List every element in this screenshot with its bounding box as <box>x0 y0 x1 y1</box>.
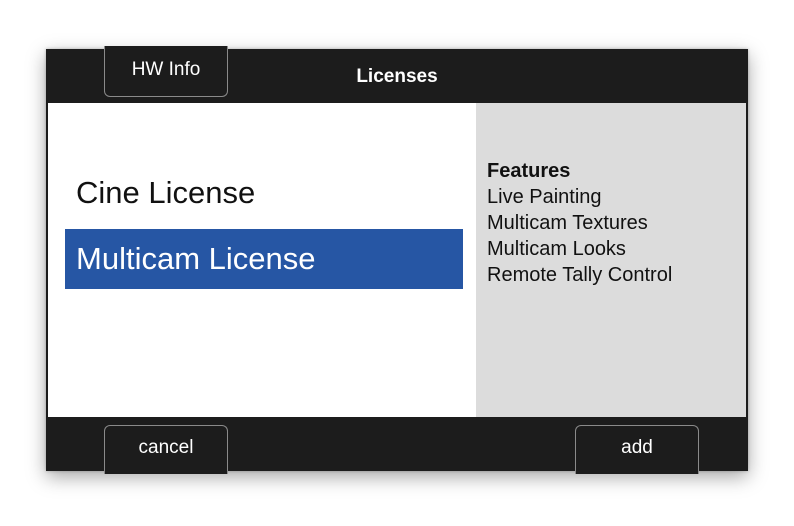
top-bar: Licenses HW Info <box>46 46 748 103</box>
license-item-multicam[interactable]: Multicam License <box>65 229 463 289</box>
licenses-dialog: Licenses HW Info Cine License Multicam L… <box>46 46 748 474</box>
feature-item: Multicam Looks <box>487 238 626 260</box>
license-list: Cine License Multicam License <box>48 103 476 417</box>
feature-item: Remote Tally Control <box>487 264 673 286</box>
hw-info-button[interactable]: HW Info <box>104 46 228 97</box>
cancel-button[interactable]: cancel <box>104 425 228 474</box>
add-button[interactable]: add <box>575 425 699 474</box>
features-heading: Features <box>487 160 571 182</box>
features-list: Features Live Painting Multicam Textures… <box>487 158 672 288</box>
feature-item: Multicam Textures <box>487 212 648 234</box>
license-item-cine[interactable]: Cine License <box>65 163 463 223</box>
bottom-bar: cancel add <box>46 417 748 474</box>
features-panel: Features Live Painting Multicam Textures… <box>476 103 746 417</box>
main-content: Cine License Multicam License Features L… <box>48 103 746 417</box>
feature-item: Live Painting <box>487 186 602 208</box>
